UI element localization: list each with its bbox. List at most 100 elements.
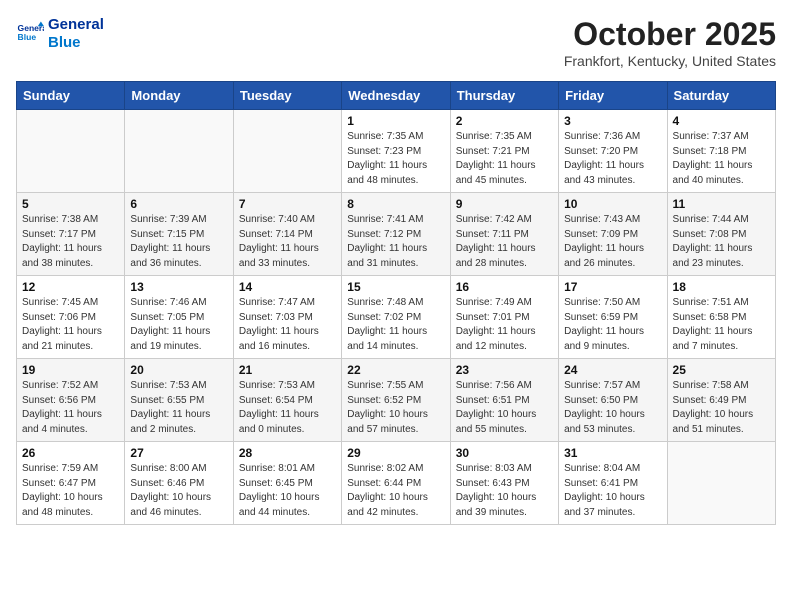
calendar-cell: 23 Sunrise: 7:56 AM Sunset: 6:51 PM Dayli… (450, 359, 558, 442)
calendar-cell (667, 442, 775, 525)
calendar-cell: 9Sunrise: 7:42 AM Sunset: 7:11 PM Daylig… (450, 193, 558, 276)
calendar-cell: 19Sunrise: 7:52 AM Sunset: 6:56 PM Dayli… (17, 359, 125, 442)
calendar-cell: 2 Sunrise: 7:35 AM Sunset: 7:21 PM Daylig… (450, 110, 558, 193)
day-number: 6 (130, 197, 227, 211)
day-info: Sunrise: 7:48 AM Sunset: 7:02 PM Dayligh… (347, 296, 444, 354)
calendar-cell: 8Sunrise: 7:41 AM Sunset: 7:12 PM Daylig… (342, 193, 450, 276)
day-number: 4 (673, 114, 770, 128)
logo: General Blue General Blue (16, 16, 104, 52)
calendar-cell: 30 Sunrise: 8:03 AM Sunset: 6:43 PM Dayli… (450, 442, 558, 525)
calendar-subtitle: Frankfort, Kentucky, United States (564, 53, 776, 69)
day-number: 13 (130, 280, 227, 294)
day-info: Sunrise: 7:49 AM Sunset: 7:01 PM Dayligh… (456, 296, 553, 354)
day-info: Sunrise: 8:04 AM Sunset: 6:41 PM Dayligh… (564, 462, 661, 520)
logo-text-blue: Blue (48, 34, 104, 52)
day-info: Sunrise: 7:36 AM Sunset: 7:20 PM Dayligh… (564, 130, 661, 188)
calendar-cell (125, 110, 233, 193)
day-number: 28 (239, 446, 336, 460)
calendar-cell: 18 Sunrise: 7:51 AM Sunset: 6:58 PM Dayli… (667, 276, 775, 359)
week-row-2: 5 Sunrise: 7:38 AM Sunset: 7:17 PM Daylig… (17, 193, 776, 276)
svg-text:Blue: Blue (18, 32, 37, 42)
title-area: October 2025 Frankfort, Kentucky, United… (564, 16, 776, 69)
day-info: Sunrise: 7:53 AM Sunset: 6:54 PM Dayligh… (239, 379, 336, 437)
day-number: 24 (564, 363, 661, 377)
day-number: 11 (673, 197, 770, 211)
day-number: 16 (456, 280, 553, 294)
calendar-cell: 5 Sunrise: 7:38 AM Sunset: 7:17 PM Daylig… (17, 193, 125, 276)
day-info: Sunrise: 7:59 AM Sunset: 6:47 PM Dayligh… (22, 462, 119, 520)
day-info: Sunrise: 7:44 AM Sunset: 7:08 PM Dayligh… (673, 213, 770, 271)
calendar-cell (17, 110, 125, 193)
calendar-cell: 16 Sunrise: 7:49 AM Sunset: 7:01 PM Dayli… (450, 276, 558, 359)
dow-header-wednesday: Wednesday (342, 82, 450, 110)
dow-header-tuesday: Tuesday (233, 82, 341, 110)
day-number: 30 (456, 446, 553, 460)
day-number: 1 (347, 114, 444, 128)
day-number: 2 (456, 114, 553, 128)
dow-header-sunday: Sunday (17, 82, 125, 110)
day-number: 20 (130, 363, 227, 377)
calendar-cell: 25Sunrise: 7:58 AM Sunset: 6:49 PM Dayli… (667, 359, 775, 442)
week-row-1: 1 Sunrise: 7:35 AM Sunset: 7:23 PM Daylig… (17, 110, 776, 193)
week-row-3: 12Sunrise: 7:45 AM Sunset: 7:06 PM Dayli… (17, 276, 776, 359)
days-of-week-row: SundayMondayTuesdayWednesdayThursdayFrid… (17, 82, 776, 110)
calendar-cell: 14 Sunrise: 7:47 AM Sunset: 7:03 PM Dayli… (233, 276, 341, 359)
day-number: 29 (347, 446, 444, 460)
day-number: 26 (22, 446, 119, 460)
day-info: Sunrise: 7:51 AM Sunset: 6:58 PM Dayligh… (673, 296, 770, 354)
calendar-cell: 4 Sunrise: 7:37 AM Sunset: 7:18 PM Daylig… (667, 110, 775, 193)
day-number: 23 (456, 363, 553, 377)
day-info: Sunrise: 7:46 AM Sunset: 7:05 PM Dayligh… (130, 296, 227, 354)
week-row-4: 19Sunrise: 7:52 AM Sunset: 6:56 PM Dayli… (17, 359, 776, 442)
day-info: Sunrise: 7:39 AM Sunset: 7:15 PM Dayligh… (130, 213, 227, 271)
calendar-title: October 2025 (564, 16, 776, 53)
day-info: Sunrise: 7:47 AM Sunset: 7:03 PM Dayligh… (239, 296, 336, 354)
day-info: Sunrise: 7:53 AM Sunset: 6:55 PM Dayligh… (130, 379, 227, 437)
day-number: 22 (347, 363, 444, 377)
calendar-cell: 28Sunrise: 8:01 AM Sunset: 6:45 PM Dayli… (233, 442, 341, 525)
day-info: Sunrise: 7:50 AM Sunset: 6:59 PM Dayligh… (564, 296, 661, 354)
day-number: 19 (22, 363, 119, 377)
logo-icon: General Blue (16, 20, 44, 48)
calendar-cell: 10 Sunrise: 7:43 AM Sunset: 7:09 PM Dayli… (559, 193, 667, 276)
dow-header-thursday: Thursday (450, 82, 558, 110)
day-number: 7 (239, 197, 336, 211)
calendar-cell: 31Sunrise: 8:04 AM Sunset: 6:41 PM Dayli… (559, 442, 667, 525)
day-number: 3 (564, 114, 661, 128)
calendar-cell: 6 Sunrise: 7:39 AM Sunset: 7:15 PM Daylig… (125, 193, 233, 276)
calendar-cell (233, 110, 341, 193)
day-info: Sunrise: 7:43 AM Sunset: 7:09 PM Dayligh… (564, 213, 661, 271)
calendar-cell: 12Sunrise: 7:45 AM Sunset: 7:06 PM Dayli… (17, 276, 125, 359)
day-info: Sunrise: 8:02 AM Sunset: 6:44 PM Dayligh… (347, 462, 444, 520)
calendar-cell: 15Sunrise: 7:48 AM Sunset: 7:02 PM Dayli… (342, 276, 450, 359)
day-number: 9 (456, 197, 553, 211)
day-number: 21 (239, 363, 336, 377)
day-info: Sunrise: 7:35 AM Sunset: 7:23 PM Dayligh… (347, 130, 444, 188)
calendar-cell: 1 Sunrise: 7:35 AM Sunset: 7:23 PM Daylig… (342, 110, 450, 193)
calendar-cell: 7 Sunrise: 7:40 AM Sunset: 7:14 PM Daylig… (233, 193, 341, 276)
day-info: Sunrise: 7:35 AM Sunset: 7:21 PM Dayligh… (456, 130, 553, 188)
calendar-cell: 3 Sunrise: 7:36 AM Sunset: 7:20 PM Daylig… (559, 110, 667, 193)
day-info: Sunrise: 8:00 AM Sunset: 6:46 PM Dayligh… (130, 462, 227, 520)
calendar-cell: 27Sunrise: 8:00 AM Sunset: 6:46 PM Dayli… (125, 442, 233, 525)
day-info: Sunrise: 7:40 AM Sunset: 7:14 PM Dayligh… (239, 213, 336, 271)
day-info: Sunrise: 7:57 AM Sunset: 6:50 PM Dayligh… (564, 379, 661, 437)
day-number: 14 (239, 280, 336, 294)
day-number: 17 (564, 280, 661, 294)
calendar-cell: 29 Sunrise: 8:02 AM Sunset: 6:44 PM Dayli… (342, 442, 450, 525)
dow-header-monday: Monday (125, 82, 233, 110)
day-info: Sunrise: 7:56 AM Sunset: 6:51 PM Dayligh… (456, 379, 553, 437)
day-info: Sunrise: 7:38 AM Sunset: 7:17 PM Dayligh… (22, 213, 119, 271)
day-info: Sunrise: 7:45 AM Sunset: 7:06 PM Dayligh… (22, 296, 119, 354)
dow-header-saturday: Saturday (667, 82, 775, 110)
day-number: 5 (22, 197, 119, 211)
day-number: 18 (673, 280, 770, 294)
day-info: Sunrise: 7:55 AM Sunset: 6:52 PM Dayligh… (347, 379, 444, 437)
day-number: 25 (673, 363, 770, 377)
calendar-table: SundayMondayTuesdayWednesdayThursdayFrid… (16, 81, 776, 525)
calendar-cell: 17 Sunrise: 7:50 AM Sunset: 6:59 PM Dayli… (559, 276, 667, 359)
day-number: 10 (564, 197, 661, 211)
header: General Blue General Blue October 2025 F… (16, 16, 776, 69)
day-info: Sunrise: 8:03 AM Sunset: 6:43 PM Dayligh… (456, 462, 553, 520)
day-info: Sunrise: 7:37 AM Sunset: 7:18 PM Dayligh… (673, 130, 770, 188)
